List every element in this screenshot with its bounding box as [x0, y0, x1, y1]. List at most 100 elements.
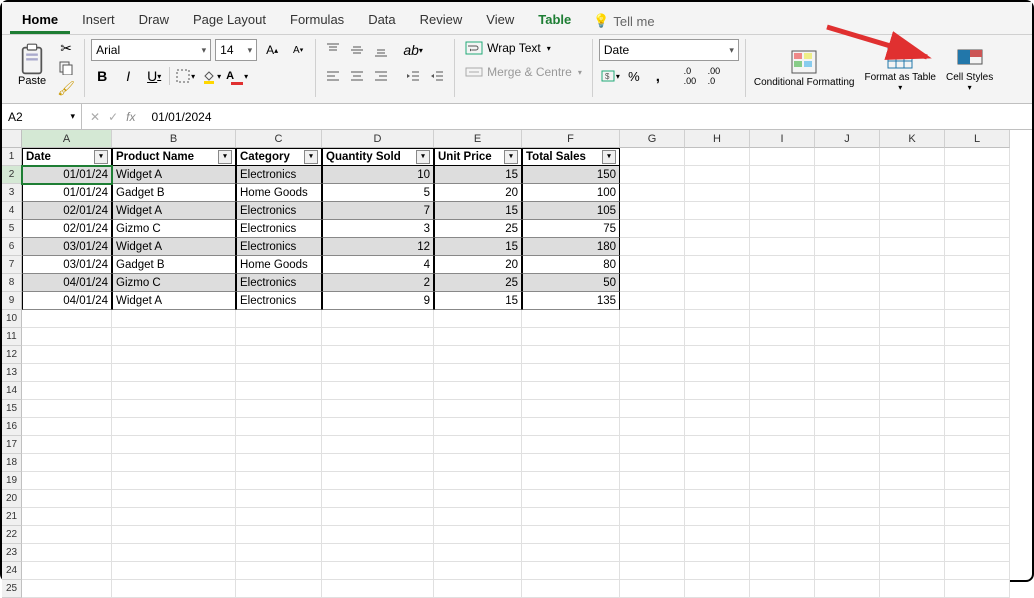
cell[interactable]: [112, 310, 236, 328]
select-all-corner[interactable]: [2, 130, 22, 148]
cell[interactable]: [620, 508, 685, 526]
cell[interactable]: [880, 346, 945, 364]
cell[interactable]: Electronics: [236, 238, 322, 256]
cell[interactable]: [112, 508, 236, 526]
cell[interactable]: [815, 472, 880, 490]
cell[interactable]: [522, 508, 620, 526]
cell[interactable]: [945, 292, 1010, 310]
tab-home[interactable]: Home: [10, 8, 70, 34]
cell[interactable]: [112, 400, 236, 418]
cell[interactable]: [434, 382, 522, 400]
cell[interactable]: [620, 310, 685, 328]
cell[interactable]: [522, 544, 620, 562]
cell[interactable]: [750, 436, 815, 454]
filter-icon[interactable]: ▾: [304, 150, 318, 164]
cell[interactable]: 20: [434, 184, 522, 202]
cell[interactable]: 15: [434, 166, 522, 184]
row-header-3[interactable]: 3: [2, 184, 22, 202]
cell[interactable]: [945, 544, 1010, 562]
row-header-6[interactable]: 6: [2, 238, 22, 256]
cell[interactable]: [236, 490, 322, 508]
cell[interactable]: 20: [434, 256, 522, 274]
cell[interactable]: [815, 436, 880, 454]
cell[interactable]: [815, 292, 880, 310]
cell[interactable]: Electronics: [236, 166, 322, 184]
cell[interactable]: [620, 328, 685, 346]
cell[interactable]: [236, 346, 322, 364]
font-name-dropdown[interactable]: Arial▾: [91, 39, 211, 61]
cell[interactable]: [685, 364, 750, 382]
cell[interactable]: [236, 526, 322, 544]
cell[interactable]: [815, 382, 880, 400]
cell[interactable]: 02/01/24: [22, 202, 112, 220]
cell[interactable]: [815, 454, 880, 472]
cell[interactable]: [750, 472, 815, 490]
row-header-2[interactable]: 2: [2, 166, 22, 184]
cell[interactable]: [945, 508, 1010, 526]
cell[interactable]: [22, 526, 112, 544]
cell[interactable]: [22, 400, 112, 418]
row-header-17[interactable]: 17: [2, 436, 22, 454]
cell[interactable]: [880, 184, 945, 202]
cell[interactable]: [112, 544, 236, 562]
cell[interactable]: [815, 490, 880, 508]
percent-button[interactable]: %: [623, 65, 645, 87]
cell[interactable]: [434, 436, 522, 454]
table-header[interactable]: Product Name▾: [112, 148, 236, 166]
cell[interactable]: [945, 454, 1010, 472]
cell[interactable]: [322, 526, 434, 544]
cell[interactable]: [434, 310, 522, 328]
cell[interactable]: [815, 184, 880, 202]
merge-centre-button[interactable]: Merge & Centre▾: [461, 63, 586, 81]
cell[interactable]: [236, 382, 322, 400]
col-header-B[interactable]: B: [112, 130, 236, 148]
cell[interactable]: Widget A: [112, 292, 236, 310]
align-right-button[interactable]: [370, 65, 392, 87]
cell[interactable]: [620, 274, 685, 292]
row-header-25[interactable]: 25: [2, 580, 22, 598]
cell[interactable]: [880, 544, 945, 562]
cell[interactable]: 03/01/24: [22, 256, 112, 274]
cell[interactable]: [236, 544, 322, 562]
cell[interactable]: [750, 148, 815, 166]
cell[interactable]: [945, 166, 1010, 184]
name-box[interactable]: A2▾: [2, 104, 82, 129]
col-header-G[interactable]: G: [620, 130, 685, 148]
cell[interactable]: 50: [522, 274, 620, 292]
cell[interactable]: [685, 166, 750, 184]
cell[interactable]: [522, 436, 620, 454]
row-header-16[interactable]: 16: [2, 418, 22, 436]
cell[interactable]: [685, 274, 750, 292]
col-header-D[interactable]: D: [322, 130, 434, 148]
increase-indent-button[interactable]: [426, 65, 448, 87]
tell-me[interactable]: 💡Tell me: [583, 8, 664, 34]
cell[interactable]: [236, 436, 322, 454]
cell[interactable]: [22, 382, 112, 400]
cell[interactable]: 150: [522, 166, 620, 184]
row-header-9[interactable]: 9: [2, 292, 22, 310]
cell[interactable]: [750, 526, 815, 544]
cell[interactable]: [815, 328, 880, 346]
cell[interactable]: [750, 580, 815, 598]
cell[interactable]: [322, 400, 434, 418]
fill-color-button[interactable]: ▾: [200, 65, 222, 87]
cell[interactable]: [750, 166, 815, 184]
copy-button[interactable]: [54, 59, 78, 77]
cell[interactable]: Electronics: [236, 292, 322, 310]
cell[interactable]: [522, 526, 620, 544]
cell[interactable]: [945, 238, 1010, 256]
table-header[interactable]: Category▾: [236, 148, 322, 166]
cancel-icon[interactable]: ✕: [90, 110, 100, 124]
row-header-21[interactable]: 21: [2, 508, 22, 526]
cell[interactable]: [880, 328, 945, 346]
cell[interactable]: [685, 508, 750, 526]
cell[interactable]: [236, 472, 322, 490]
decrease-indent-button[interactable]: [402, 65, 424, 87]
cell[interactable]: [945, 490, 1010, 508]
cell[interactable]: [750, 238, 815, 256]
cell[interactable]: [22, 490, 112, 508]
cell[interactable]: 12: [322, 238, 434, 256]
cell[interactable]: Electronics: [236, 220, 322, 238]
cell[interactable]: [750, 328, 815, 346]
cell[interactable]: [750, 562, 815, 580]
